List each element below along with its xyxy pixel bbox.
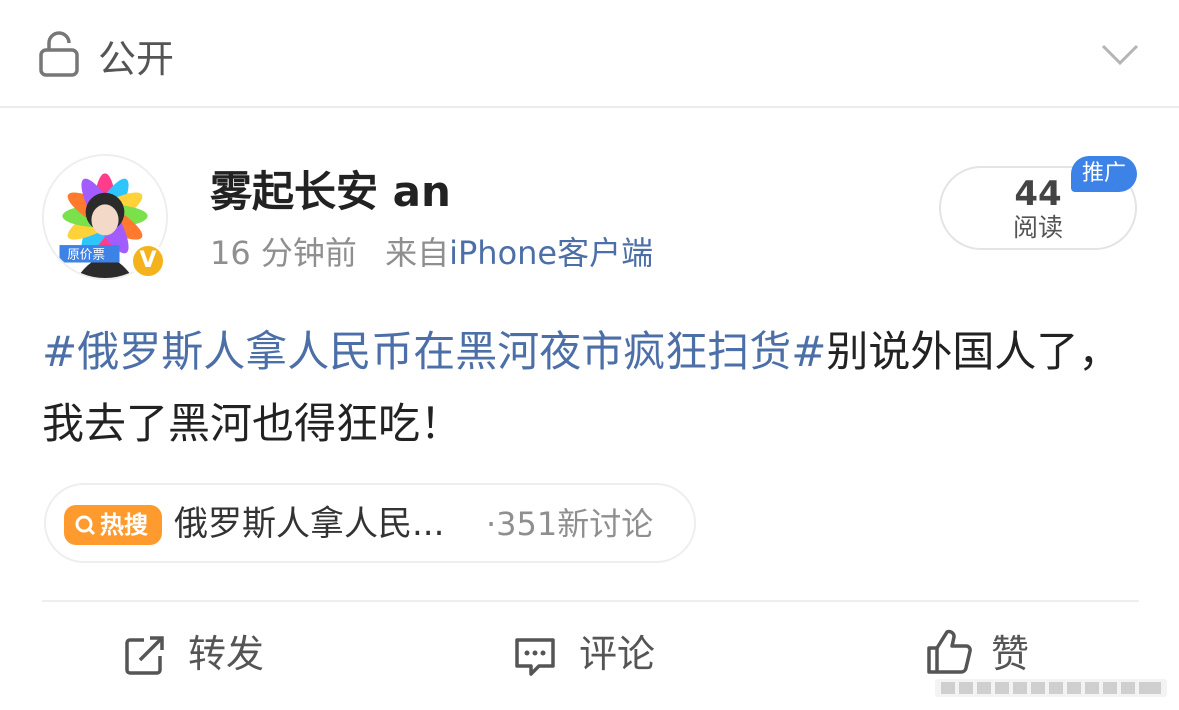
hot-topic: 俄罗斯人拿人民... [174,504,445,544]
post-time: 16 分钟前 [210,234,357,272]
comment-label: 评论 [579,632,656,676]
post-text: #俄罗斯人拿人民币在黑河夜市疯狂扫货#别说外国人了，我去了黑河也得狂吃！ [42,316,1142,460]
like-label: 赞 [991,632,1030,676]
visibility-bar[interactable]: 公开 [0,0,1179,108]
unlock-icon [39,31,79,77]
hot-search-card[interactable]: 热搜 俄罗斯人拿人民... ·351新讨论 [44,483,696,563]
thumbs-up-icon [927,629,972,674]
hot-discussion-count: ·351新讨论 [486,505,654,543]
comment-icon [515,638,555,676]
search-icon [75,515,96,536]
repost-label: 转发 [188,632,265,676]
promo-tag[interactable]: 推广 [1071,156,1137,192]
read-label: 阅读 [1012,213,1063,242]
username[interactable]: 雾起长安 an [210,164,451,220]
hashtag-link[interactable]: #俄罗斯人拿人民币在黑河夜市疯狂扫货# [42,327,826,376]
avatar-text: 原价票 [67,247,105,262]
divider [42,600,1139,602]
visibility-label: 公开 [98,37,175,81]
verified-badge-icon: V [130,243,166,279]
repost-button[interactable]: 转发 [122,620,282,686]
device-link[interactable]: iPhone客户端 [449,234,653,272]
post-meta: 16 分钟前 来自iPhone客户端 [210,230,653,276]
chevron-down-icon[interactable] [1100,40,1140,70]
hot-search-badge: 热搜 [64,505,162,545]
hot-badge-label: 热搜 [100,511,148,539]
watermark [935,679,1167,697]
comment-button[interactable]: 评论 [513,620,673,686]
source-prefix: 来自 [385,234,450,272]
repost-icon [125,636,164,675]
